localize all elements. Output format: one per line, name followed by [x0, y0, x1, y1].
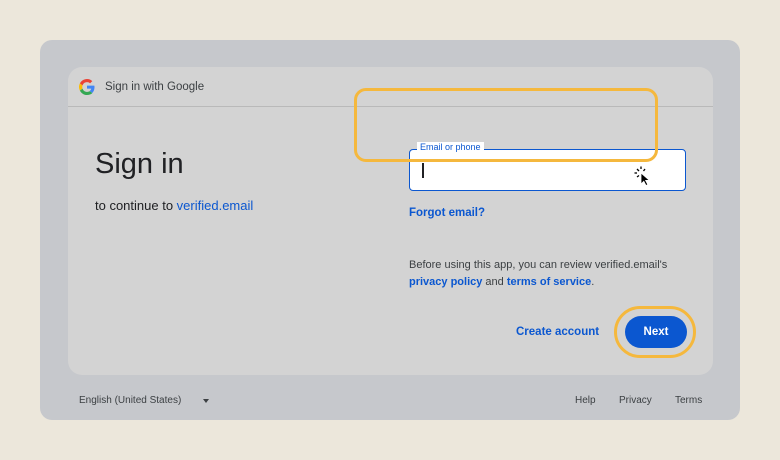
page-title: Sign in	[95, 148, 184, 180]
dropdown-arrow-icon	[203, 398, 210, 403]
notice-suffix: .	[591, 276, 595, 288]
mouse-pointer-icon	[634, 166, 651, 186]
next-button-highlight	[614, 306, 696, 358]
notice-and: and	[482, 276, 507, 288]
subtitle-text: to continue to	[95, 198, 177, 213]
privacy-notice: Before using this app, you can review ve…	[409, 257, 689, 291]
footer: English (United States) Help Privacy Ter…	[40, 392, 740, 410]
header-title: Sign in with Google	[105, 80, 205, 93]
privacy-link[interactable]: Privacy	[619, 395, 652, 406]
forgot-email-link[interactable]: Forgot email?	[409, 207, 485, 219]
text-caret	[422, 163, 424, 178]
google-g-icon	[79, 78, 95, 95]
language-label: English (United States)	[79, 395, 182, 406]
language-selector[interactable]: English (United States)	[79, 395, 210, 406]
terms-link[interactable]: Terms	[675, 395, 702, 406]
email-field-highlight	[354, 88, 658, 162]
create-account-button[interactable]: Create account	[516, 326, 599, 338]
notice-text: Before using this app, you can review ve…	[409, 259, 668, 271]
privacy-policy-link[interactable]: privacy policy	[409, 276, 482, 288]
subtitle: to continue to verified.email	[95, 198, 253, 213]
app-link[interactable]: verified.email	[177, 198, 254, 213]
help-link[interactable]: Help	[575, 395, 596, 406]
terms-of-service-link[interactable]: terms of service	[507, 276, 591, 288]
